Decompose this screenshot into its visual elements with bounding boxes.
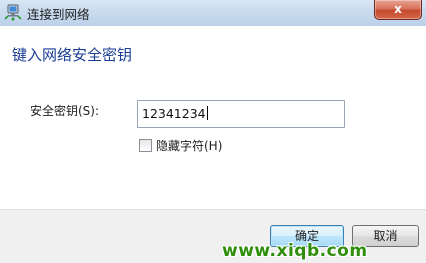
window-title: 连接到网络 <box>27 7 90 22</box>
dialog-heading: 键入网络安全密钥 <box>12 46 133 64</box>
hide-characters-label[interactable]: 隐藏字符(H) <box>156 137 222 154</box>
security-key-input[interactable]: 12341234 <box>137 100 345 128</box>
security-key-label: 安全密钥(S): <box>30 104 100 118</box>
title-bar[interactable]: 连接到网络 x <box>0 0 426 26</box>
network-connect-icon <box>4 4 22 21</box>
close-icon: x <box>394 2 402 16</box>
text-caret <box>206 106 208 120</box>
close-button[interactable]: x <box>374 0 422 20</box>
security-key-value: 12341234 <box>142 106 206 121</box>
site-watermark: www.xiqb.com <box>222 241 368 261</box>
dialog-content: 键入网络安全密钥 安全密钥(S): 12341234 隐藏字符(H) <box>0 26 426 209</box>
hide-characters-checkbox[interactable] <box>139 139 152 152</box>
connect-to-network-dialog: 连接到网络 x 键入网络安全密钥 安全密钥(S): 12341234 隐藏字符(… <box>0 0 426 263</box>
